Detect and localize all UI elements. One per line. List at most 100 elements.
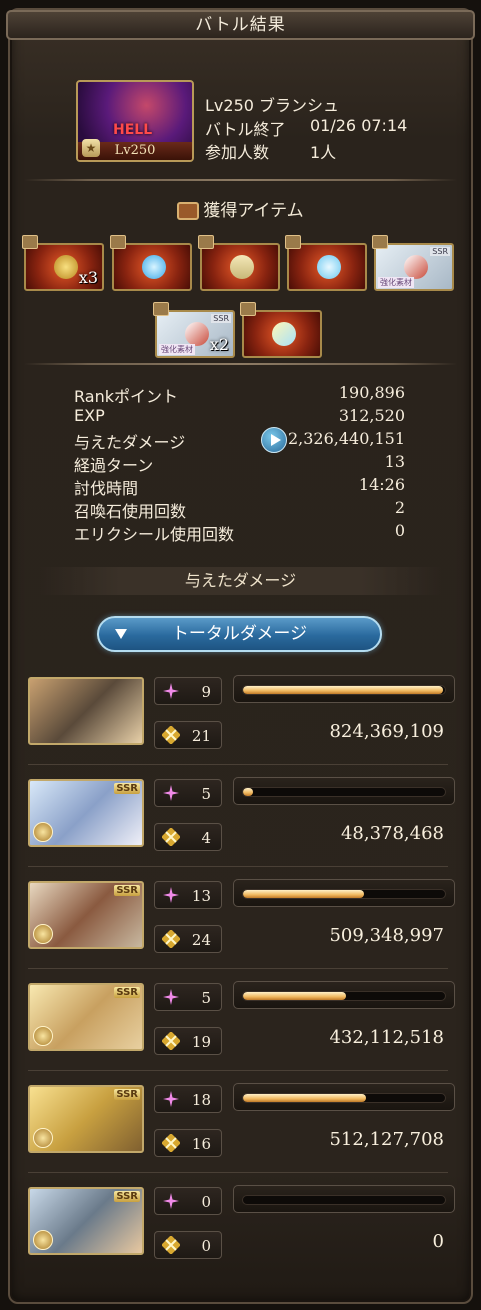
damage-value: 824,369,109 — [329, 721, 444, 742]
character-row: SSR 18 16 512,127,708 — [28, 1083, 458, 1173]
chest-icon — [177, 202, 200, 220]
item-weapon[interactable]: 強化素材 SSR — [374, 243, 454, 291]
crystal-icon — [317, 255, 341, 279]
quest-badge-icon: ★ — [82, 139, 100, 157]
item-weapon2[interactable]: x2 強化素材 SSR — [155, 310, 235, 358]
stat-value: 2,326,440,151 — [287, 429, 405, 448]
damage-bar-fill — [243, 992, 347, 1000]
damage-bar — [233, 1083, 455, 1111]
stat-value: 0 — [394, 521, 405, 540]
element-icon — [33, 822, 53, 842]
character-3-portrait[interactable]: SSR — [28, 881, 144, 949]
item-crystal[interactable] — [287, 243, 367, 291]
page-title: バトル結果 — [6, 10, 475, 40]
ougi-icon — [161, 1031, 181, 1051]
stat-label: Rankポイント — [74, 387, 178, 406]
ougi-value: 0 — [201, 1237, 211, 1255]
stat-value: 190,896 — [338, 383, 405, 402]
divider — [24, 179, 457, 181]
damage-bar-track — [242, 1195, 446, 1205]
stat-label: 討伐時間 — [74, 479, 139, 498]
character-row: SSR 5 4 48,378,468 — [28, 777, 458, 867]
ssr-badge: SSR — [114, 783, 140, 794]
sparkle-icon — [162, 1192, 180, 1210]
character-row: SSR 13 24 509,348,997 — [28, 879, 458, 969]
ssr-badge: SSR — [114, 1191, 140, 1202]
ougi-value: 21 — [191, 727, 211, 745]
items-section-label: 獲得アイテム — [203, 201, 304, 221]
stat-value: 13 — [384, 452, 405, 471]
stat-label: 召喚石使用回数 — [74, 502, 187, 521]
dropdown-triangle-icon — [115, 629, 127, 639]
stat-label: 与えたダメージ — [74, 433, 186, 452]
damage-bar-fill — [243, 788, 254, 796]
participants-count: 1人 — [310, 143, 337, 162]
character-5-portrait[interactable]: SSR — [28, 1085, 144, 1153]
damage-bar — [233, 879, 455, 907]
ougi-count: 19 — [154, 1027, 222, 1055]
total-damage-button[interactable]: トータルダメージ — [97, 616, 382, 652]
ougi-icon — [161, 725, 181, 745]
quest-name: Lv250 ブランシュ — [205, 96, 340, 115]
damage-play-button[interactable] — [261, 427, 287, 453]
weapon-icon — [404, 255, 428, 279]
damage-value: 0 — [432, 1231, 444, 1252]
item-gem[interactable] — [242, 310, 322, 358]
main-character-portrait[interactable] — [28, 677, 144, 745]
battle-end-time: 01/26 07:14 — [310, 116, 408, 135]
stat-label: EXP — [74, 406, 105, 425]
skill-value: 0 — [201, 1193, 211, 1211]
ougi-count: 4 — [154, 823, 222, 851]
weapon2-icon — [185, 322, 209, 346]
ougi-value: 24 — [191, 931, 211, 949]
skill-value: 9 — [201, 683, 211, 701]
ougi-icon — [161, 1235, 181, 1255]
quest-thumbnail[interactable]: HELL Lv250 ★ — [76, 80, 194, 162]
character-6-portrait[interactable]: SSR — [28, 1187, 144, 1255]
character-2-portrait[interactable]: SSR — [28, 779, 144, 847]
ougi-value: 16 — [191, 1135, 211, 1153]
chest-icon — [110, 235, 126, 249]
ougi-count: 24 — [154, 925, 222, 953]
skill-count: 0 — [154, 1187, 222, 1215]
ssr-badge: SSR — [114, 1089, 140, 1100]
ssr-badge: SSR — [114, 987, 140, 998]
damage-bar-fill — [243, 890, 365, 898]
difficulty-label: HELL — [113, 122, 153, 138]
item-scroll[interactable] — [200, 243, 280, 291]
row-divider — [28, 968, 448, 969]
ougi-count: 21 — [154, 721, 222, 749]
skill-value: 13 — [191, 887, 211, 905]
damage-bar-track — [242, 787, 446, 797]
chest-icon — [240, 302, 256, 316]
coin-icon — [54, 255, 78, 279]
character-4-portrait[interactable]: SSR — [28, 983, 144, 1051]
stat-label: 経過ターン — [74, 456, 154, 475]
skill-value: 5 — [201, 785, 211, 803]
damage-value: 512,127,708 — [329, 1129, 444, 1150]
element-icon — [33, 1128, 53, 1148]
item-count: x2 — [209, 335, 229, 354]
damage-bar — [233, 675, 455, 703]
item-count: x3 — [78, 268, 98, 287]
ougi-count: 16 — [154, 1129, 222, 1157]
ssr-badge: SSR — [114, 885, 140, 896]
character-row: 9 21 824,369,109 — [28, 675, 458, 765]
character-row: SSR 5 19 432,112,518 — [28, 981, 458, 1071]
item-orb[interactable] — [112, 243, 192, 291]
chest-icon — [153, 302, 169, 316]
total-damage-label: トータルダメージ — [171, 624, 308, 644]
ougi-icon — [161, 929, 181, 949]
items-section-title: 獲得アイテム — [0, 196, 481, 221]
item-coin[interactable]: x3 — [24, 243, 104, 291]
ougi-count: 0 — [154, 1231, 222, 1259]
element-icon — [33, 1230, 53, 1250]
stat-value: 14:26 — [358, 475, 405, 494]
chest-icon — [22, 235, 38, 249]
ougi-value: 19 — [191, 1033, 211, 1051]
damage-bar-fill — [243, 1094, 367, 1102]
damage-bar — [233, 981, 455, 1009]
battle-end-label: バトル終了 — [205, 120, 286, 139]
skill-count: 9 — [154, 677, 222, 705]
ssr-badge: SSR — [430, 247, 450, 256]
